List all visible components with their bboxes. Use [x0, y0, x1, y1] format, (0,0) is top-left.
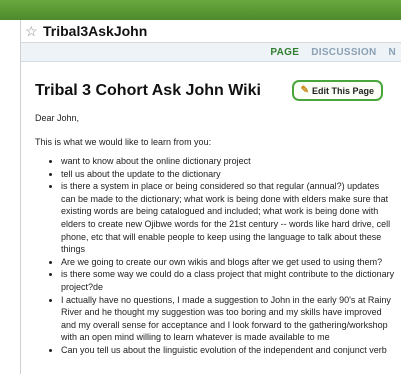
edit-page-button[interactable]: ✎ Edit This Page	[291, 80, 383, 101]
list-item: tell us about the update to the dictiona…	[61, 168, 395, 181]
list-item: I actually have no questions, I made a s…	[61, 294, 395, 344]
list-item: Can you tell us about the linguistic evo…	[61, 344, 395, 357]
wiki-panel: ☆ Tribal3AskJohn PAGE DISCUSSION N Triba…	[20, 20, 401, 374]
top-green-bar	[0, 0, 401, 20]
site-header: ☆ Tribal3AskJohn	[21, 20, 401, 43]
site-title[interactable]: Tribal3AskJohn	[43, 23, 147, 39]
page-title: Tribal 3 Cohort Ask John Wiki	[35, 81, 261, 99]
tab-next[interactable]: N	[382, 47, 401, 58]
title-row: Tribal 3 Cohort Ask John Wiki ✎ Edit Thi…	[35, 80, 395, 101]
pencil-icon: ✎	[300, 85, 309, 96]
intro-text: This is what we would like to learn from…	[35, 137, 212, 147]
star-icon[interactable]: ☆	[25, 24, 41, 38]
list-item: Are we going to create our own wikis and…	[61, 256, 395, 269]
edit-page-label: Edit This Page	[311, 85, 374, 96]
tab-bar: PAGE DISCUSSION N	[21, 43, 401, 62]
tab-discussion[interactable]: DISCUSSION	[305, 47, 382, 58]
list-item: is there a system in place or being cons…	[61, 180, 395, 256]
tab-page[interactable]: PAGE	[264, 47, 305, 58]
question-list: want to know about the online dictionary…	[35, 155, 395, 357]
list-item: want to know about the online dictionary…	[61, 155, 395, 168]
list-item: is there some way we could do a class pr…	[61, 268, 395, 293]
salutation: Dear John,	[35, 113, 80, 123]
page-content: Tribal 3 Cohort Ask John Wiki ✎ Edit Thi…	[21, 62, 395, 357]
